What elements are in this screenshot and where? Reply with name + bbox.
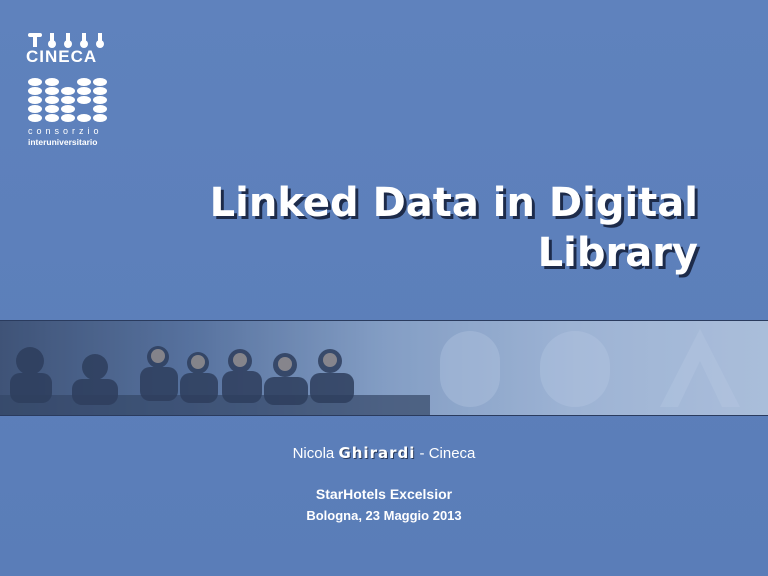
author-surname: Ghirardi	[338, 444, 416, 462]
author-organization: - Cineca	[419, 445, 476, 462]
author-line: Nicola Ghirardi - Cineca	[0, 444, 768, 462]
team-photo-banner	[0, 320, 768, 416]
people-photo-image	[0, 321, 768, 415]
slide-title-line1: Linked Data in Digital	[209, 180, 698, 226]
slide-title: Linked Data in Digital Library	[98, 178, 698, 278]
slide-title-line2: Library	[537, 230, 698, 276]
logo-name: CINECA	[26, 47, 98, 66]
logo-subtitle-interuniversitario: interuniversitario	[28, 137, 98, 147]
event-date: Bologna, 23 Maggio 2013	[306, 508, 462, 523]
logo-subtitle-consorzio: consorzio	[28, 126, 103, 136]
author-first-name: Nicola	[292, 445, 335, 462]
presentation-slide: CINECA consorzio interuniversitario Link…	[0, 0, 768, 576]
event-venue: StarHotels Excelsior	[315, 486, 453, 502]
cineca-logo: CINECA consorzio interuniversitario	[26, 30, 118, 152]
